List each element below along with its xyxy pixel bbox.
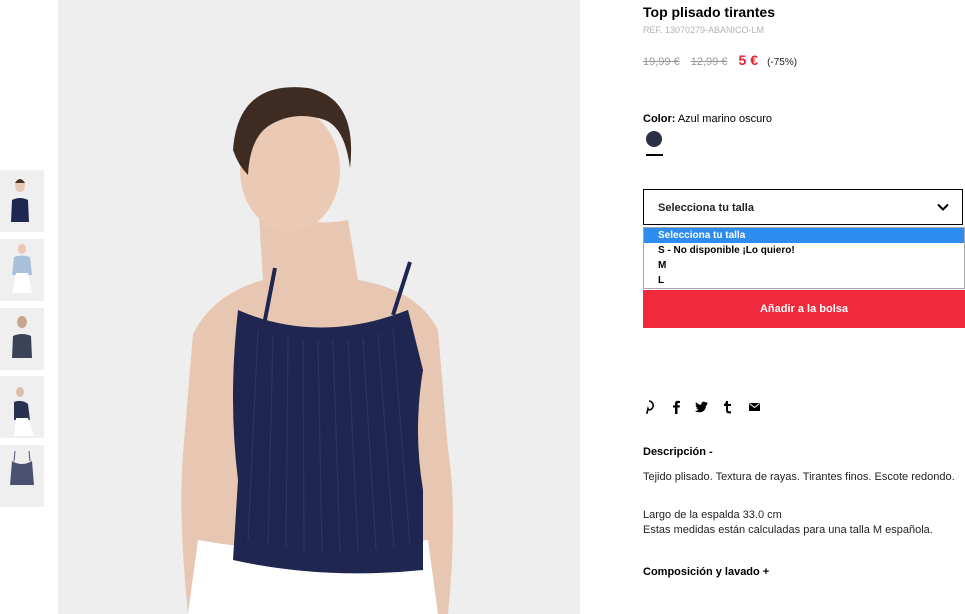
size-option-placeholder[interactable]: Selecciona tu talla	[644, 228, 964, 243]
chevron-down-icon	[937, 203, 949, 211]
swatch-selected-indicator	[646, 154, 663, 156]
price-row: 19,99 € 12,99 € 5 € (-75%)	[643, 52, 797, 68]
thumbnail-5[interactable]	[0, 445, 44, 507]
size-option-s[interactable]: S - No disponible ¡Lo quiero!	[644, 243, 964, 258]
composition-toggle[interactable]: Composición y lavado +	[643, 566, 769, 578]
email-icon[interactable]	[749, 403, 760, 411]
color-label: Color:	[643, 113, 676, 125]
size-dropdown-list: Selecciona tu talla S - No disponible ¡L…	[643, 227, 965, 289]
twitter-icon[interactable]	[695, 401, 708, 413]
old-price-2: 12,99 €	[690, 56, 728, 68]
thumbnail-1[interactable]	[0, 170, 44, 232]
size-option-m[interactable]: M	[644, 258, 964, 273]
thumbnail-2[interactable]	[0, 239, 44, 301]
size-select-label: Selecciona tu talla	[658, 202, 754, 214]
color-row: Color: Azul marino oscuro	[643, 113, 772, 125]
product-ref: REF. 13070279-ABANICO-LM	[643, 25, 765, 35]
facebook-icon[interactable]	[671, 400, 681, 414]
measurement-note: Estas medidas están calculadas para una …	[643, 524, 933, 536]
product-photo	[58, 0, 580, 614]
thumbnail-3[interactable]	[0, 308, 44, 370]
tumblr-icon[interactable]	[723, 400, 732, 414]
description-text: Tejido plisado. Textura de rayas. Tirant…	[643, 471, 955, 483]
product-title: Top plisado tirantes	[643, 4, 775, 20]
old-price-1: 19,99 €	[643, 56, 680, 68]
discount-badge: (-75%)	[767, 57, 798, 68]
add-to-bag-button[interactable]: Añadir a la bolsa	[643, 290, 965, 328]
color-value: Azul marino oscuro	[677, 113, 772, 125]
size-select[interactable]: Selecciona tu talla	[643, 189, 963, 225]
pinterest-icon[interactable]	[643, 400, 655, 414]
current-price: 5 €	[738, 52, 758, 68]
color-swatch-navy[interactable]	[646, 131, 662, 147]
thumbnail-4[interactable]	[0, 376, 44, 438]
measurement-text: Largo de la espalda 33.0 cm	[643, 509, 782, 521]
description-toggle[interactable]: Descripción -	[643, 446, 713, 458]
size-option-l[interactable]: L	[644, 273, 964, 288]
